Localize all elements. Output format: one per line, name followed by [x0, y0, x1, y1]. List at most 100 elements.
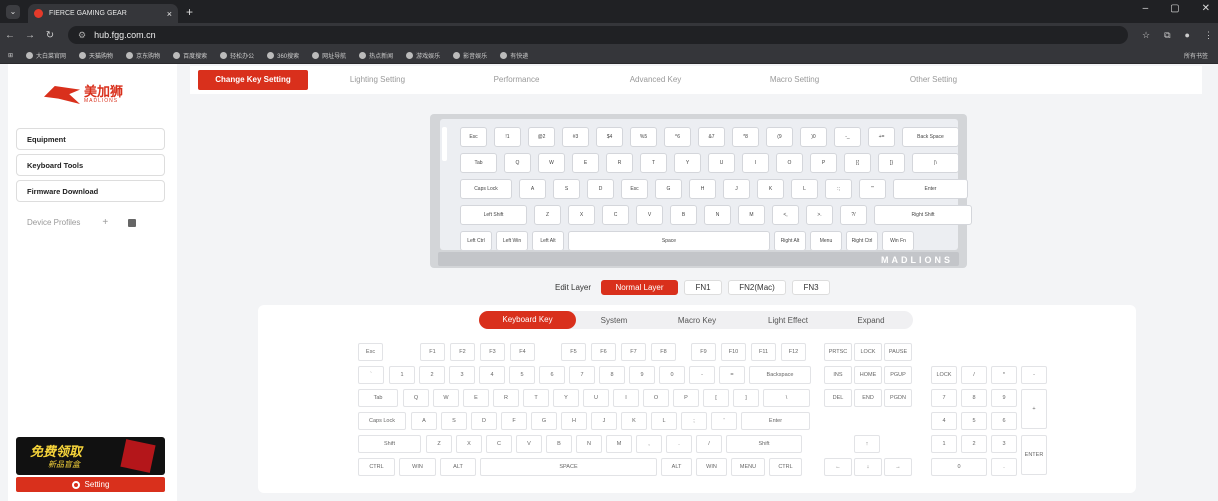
keyboard-key[interactable]: 4	[479, 366, 505, 384]
sidebar-item-keyboard-tools[interactable]: Keyboard Tools	[16, 154, 165, 176]
keyboard-key[interactable]: 6	[539, 366, 565, 384]
bookmark-star-icon[interactable]: ☆	[1142, 30, 1150, 41]
extensions-icon[interactable]: ⧉	[1164, 30, 1170, 41]
keyboard-key[interactable]: -	[1021, 366, 1047, 384]
keyboard-key[interactable]: F1	[420, 343, 445, 361]
key-4-4[interactable]: Right Alt	[774, 231, 806, 251]
keyboard-key[interactable]: 8	[961, 389, 987, 407]
key-3-10[interactable]: ?/	[840, 205, 867, 225]
keyboard-key[interactable]: ↓	[854, 458, 882, 476]
keyboard-key[interactable]: 4	[931, 412, 957, 430]
key-3-11[interactable]: Right Shift	[874, 205, 972, 225]
keyboard-key[interactable]: DEL	[824, 389, 852, 407]
key-0-9[interactable]: (9	[766, 127, 793, 147]
key-1-0[interactable]: Tab	[460, 153, 497, 173]
keyboard-key[interactable]: ↑	[854, 435, 880, 453]
key-1-8[interactable]: I	[742, 153, 769, 173]
key-4-1[interactable]: Left Win	[496, 231, 528, 251]
key-1-2[interactable]: W	[538, 153, 565, 173]
key-3-1[interactable]: Z	[534, 205, 561, 225]
key-1-3[interactable]: E	[572, 153, 599, 173]
tab-performance[interactable]: Performance	[447, 70, 586, 90]
browser-tab[interactable]: FIERCE GAMING GEAR ×	[28, 4, 178, 23]
keyboard-key[interactable]: F5	[561, 343, 586, 361]
all-bookmarks[interactable]: 所有书签	[1184, 51, 1208, 60]
keyboard-key[interactable]: F7	[621, 343, 646, 361]
key-2-1[interactable]: A	[519, 179, 546, 199]
key-1-10[interactable]: P	[810, 153, 837, 173]
key-0-3[interactable]: #3	[562, 127, 589, 147]
key-2-5[interactable]: G	[655, 179, 682, 199]
keyboard-key[interactable]: P	[673, 389, 699, 407]
keyboard-key[interactable]: 6	[991, 412, 1017, 430]
back-icon[interactable]: ←	[0, 30, 20, 41]
keyboard-key[interactable]: MENU	[731, 458, 765, 476]
key-2-8[interactable]: K	[757, 179, 784, 199]
bookmark-item[interactable]: 轻松办公	[220, 51, 254, 60]
keyboard-key[interactable]: 3	[449, 366, 475, 384]
key-0-7[interactable]: &7	[698, 127, 725, 147]
keyboard-key[interactable]: CTRL	[358, 458, 395, 476]
promo-banner[interactable]: 免费领取 新品盲盒	[16, 437, 165, 475]
key-0-0[interactable]: Esc	[460, 127, 487, 147]
site-info-icon[interactable]: ⚙	[78, 30, 86, 41]
keyboard-key[interactable]: K	[621, 412, 647, 430]
keyboard-key[interactable]: A	[411, 412, 437, 430]
keyboard-key[interactable]: PGUP	[884, 366, 912, 384]
reload-icon[interactable]: ↻	[40, 30, 60, 41]
keyboard-key[interactable]: U	[583, 389, 609, 407]
keyboard-key[interactable]: 3	[991, 435, 1017, 453]
keyboard-key[interactable]: INS	[824, 366, 852, 384]
key-1-7[interactable]: U	[708, 153, 735, 173]
key-1-4[interactable]: R	[606, 153, 633, 173]
keyboard-key[interactable]: I	[613, 389, 639, 407]
keyboard-key[interactable]: F	[501, 412, 527, 430]
keyboard-key[interactable]: F12	[781, 343, 806, 361]
key-1-5[interactable]: T	[640, 153, 667, 173]
keyboard-key[interactable]: X	[456, 435, 482, 453]
keyboard-key[interactable]: F4	[510, 343, 535, 361]
url-field[interactable]: ⚙ hub.fgg.com.cn	[68, 26, 1128, 44]
keyboard-key[interactable]: ]	[733, 389, 759, 407]
minimize-icon[interactable]: –	[1143, 3, 1149, 14]
key-2-9[interactable]: L	[791, 179, 818, 199]
key-2-11[interactable]: "'	[859, 179, 886, 199]
keyboard-key[interactable]: SPACE	[480, 458, 657, 476]
layer-button-0[interactable]: Normal Layer	[601, 280, 679, 295]
keyboard-key[interactable]: [	[703, 389, 729, 407]
keyboard-key[interactable]: 5	[961, 412, 987, 430]
tab-other-setting[interactable]: Other Setting	[864, 70, 1003, 90]
keyboard-key[interactable]: J	[591, 412, 617, 430]
keyboard-key[interactable]: Shift	[358, 435, 421, 453]
keyboard-key[interactable]: PGDN	[884, 389, 912, 407]
key-3-0[interactable]: Left Shift	[460, 205, 527, 225]
key-1-9[interactable]: O	[776, 153, 803, 173]
keyboard-key[interactable]: T	[523, 389, 549, 407]
key-1-12[interactable]: ]}	[878, 153, 905, 173]
keyboard-key[interactable]: CTRL	[769, 458, 802, 476]
keyboard-key[interactable]: *	[991, 366, 1017, 384]
bookmark-item[interactable]: 游戏娱乐	[406, 51, 440, 60]
keyboard-key[interactable]: C	[486, 435, 512, 453]
keyboard-key[interactable]: D	[471, 412, 497, 430]
keyboard-key[interactable]: F9	[691, 343, 716, 361]
layer-button-3[interactable]: FN3	[792, 280, 831, 295]
key-0-12[interactable]: +=	[868, 127, 895, 147]
keyboard-key[interactable]: F2	[450, 343, 475, 361]
forward-icon[interactable]: →	[20, 30, 40, 41]
keyboard-key[interactable]: Q	[403, 389, 429, 407]
close-window-icon[interactable]: ✕	[1202, 3, 1210, 14]
bookmark-item[interactable]: 有快递	[500, 51, 528, 60]
keyboard-key[interactable]: F8	[651, 343, 676, 361]
keyboard-key[interactable]: 2	[419, 366, 445, 384]
key-4-6[interactable]: Right Ctrl	[846, 231, 878, 251]
key-3-2[interactable]: X	[568, 205, 595, 225]
bookmark-item[interactable]: 360搜索	[267, 51, 299, 60]
keyboard-key[interactable]: \	[763, 389, 810, 407]
key-2-2[interactable]: S	[553, 179, 580, 199]
apps-icon[interactable]: ⊞	[8, 52, 13, 59]
keyboard-key[interactable]: B	[546, 435, 572, 453]
keyboard-key[interactable]: /	[961, 366, 987, 384]
keyboard-key[interactable]: PRTSC	[824, 343, 852, 361]
keyboard-key[interactable]: ,	[636, 435, 662, 453]
